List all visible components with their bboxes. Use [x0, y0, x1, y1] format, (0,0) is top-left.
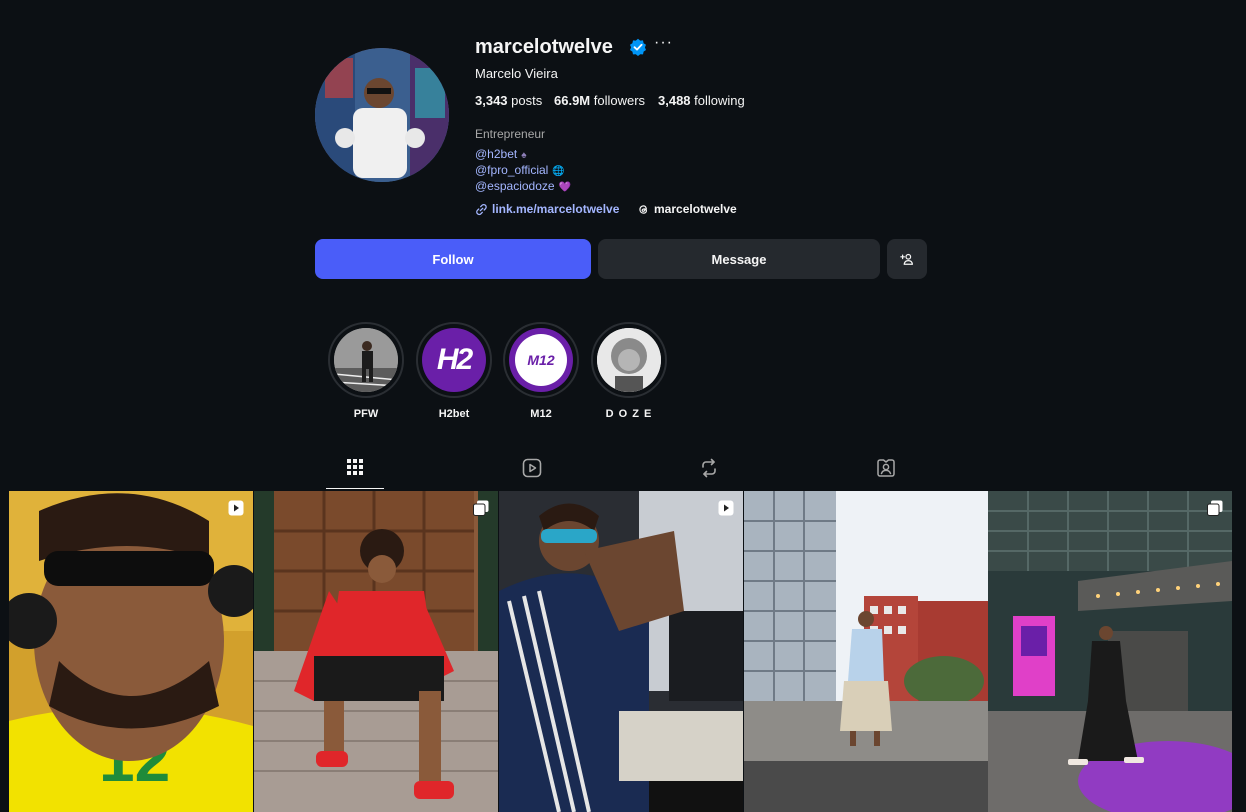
mention-text: @h2bet: [475, 147, 518, 161]
highlight-doze-image: [597, 328, 661, 392]
carousel-icon: [473, 500, 489, 516]
bio-mention-h2bet[interactable]: @h2bet ♠: [475, 147, 527, 161]
bio-role: Entrepreneur: [475, 127, 546, 141]
verified-badge-icon: [630, 38, 646, 56]
reels-icon: [522, 458, 542, 478]
highlight-ring: [328, 322, 404, 398]
highlight-pfw-image: [334, 328, 398, 392]
post-tile[interactable]: [744, 491, 988, 812]
followers-count: 66.9M: [554, 93, 591, 108]
post-image: [254, 491, 498, 812]
threads-icon: [639, 204, 648, 214]
highlight-ring: M12: [503, 322, 579, 398]
highlight-h2bet[interactable]: H2 H2bet: [416, 322, 492, 420]
highlight-m12[interactable]: M12 M12: [503, 322, 579, 420]
message-button[interactable]: Message: [598, 239, 880, 279]
m12-logo-inner: M12: [515, 334, 567, 386]
post-tile[interactable]: [499, 491, 743, 812]
spade-icon: ♠: [521, 150, 527, 161]
highlight-label: D O Z E: [605, 408, 653, 420]
mention-text: @fpro_official: [475, 163, 549, 177]
tab-tagged[interactable]: [857, 456, 915, 490]
suggested-users-button[interactable]: [887, 239, 927, 279]
h2bet-logo: H2: [422, 328, 486, 392]
post-image: [988, 491, 1232, 812]
posts-label: posts: [507, 93, 543, 108]
post-image: [499, 491, 743, 812]
tab-reposts[interactable]: [680, 456, 738, 490]
add-person-icon: [900, 253, 914, 265]
post-tile[interactable]: [254, 491, 498, 812]
purple-heart-icon: 💜: [558, 182, 572, 193]
profile-link[interactable]: link.me/marcelotwelve: [475, 202, 619, 216]
following-count: 3,488: [658, 93, 691, 108]
tab-reels[interactable]: [503, 456, 561, 490]
active-tab-indicator: [326, 488, 384, 489]
tagged-icon: [877, 459, 895, 477]
tab-posts[interactable]: [326, 456, 384, 490]
bio-mention-espaciodoze[interactable]: @espaciodoze 💜: [475, 179, 571, 193]
grid-icon: [347, 459, 363, 475]
avatar-photo: [315, 48, 449, 182]
follow-button[interactable]: Follow: [315, 239, 591, 279]
m12-logo: M12: [509, 328, 573, 392]
post-image: [744, 491, 988, 812]
followers-stat[interactable]: 66.9M followers: [554, 93, 645, 108]
profile-avatar[interactable]: [315, 48, 449, 182]
threads-handle: marcelotwelve: [654, 202, 737, 216]
more-options-icon[interactable]: ···: [654, 34, 673, 52]
post-tile[interactable]: [988, 491, 1232, 812]
reel-icon: [228, 500, 244, 516]
threads-link[interactable]: marcelotwelve: [637, 202, 737, 216]
carousel-icon: [1207, 500, 1223, 516]
post-image: 12: [9, 491, 253, 812]
highlight-label: H2bet: [438, 408, 470, 420]
highlight-doze[interactable]: D O Z E: [591, 322, 667, 420]
reel-icon: [718, 500, 734, 516]
mention-text: @espaciodoze: [475, 179, 555, 193]
link-icon: [476, 203, 487, 215]
profile-link-text: link.me/marcelotwelve: [492, 202, 620, 216]
profile-full-name: Marcelo Vieira: [475, 66, 558, 81]
profile-username: marcelotwelve: [475, 36, 613, 58]
bio-mention-fpro[interactable]: @fpro_official 🌐: [475, 163, 565, 177]
highlight-ring: H2: [416, 322, 492, 398]
h2bet-logo-text: H2: [436, 343, 473, 376]
followers-label: followers: [590, 93, 646, 108]
highlight-label: PFW: [353, 408, 379, 420]
highlight-pfw[interactable]: PFW: [328, 322, 404, 420]
globe-icon: 🌐: [552, 166, 565, 177]
repost-icon: [702, 458, 716, 478]
doze-portrait: [597, 328, 661, 392]
following-label: following: [690, 93, 745, 108]
pfw-photo: [334, 328, 398, 392]
following-stat[interactable]: 3,488 following: [658, 93, 745, 108]
posts-stat: 3,343 posts: [475, 93, 542, 108]
post-tile[interactable]: 12: [9, 491, 253, 812]
m12-logo-text: M12: [527, 352, 555, 368]
highlight-label: M12: [530, 408, 552, 420]
posts-count: 3,343: [475, 93, 508, 108]
highlight-ring: [591, 322, 667, 398]
